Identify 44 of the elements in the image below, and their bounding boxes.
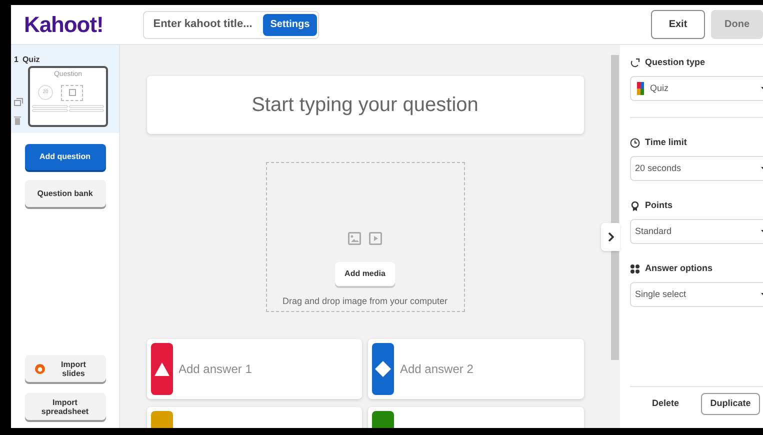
answer-input[interactable]: Add answer 2 xyxy=(400,349,580,389)
media-hint: Drag and drop image from your computer xyxy=(282,295,448,308)
slide-number: 1 xyxy=(14,54,18,66)
title-field[interactable]: Enter kahoot title... Settings xyxy=(143,10,320,38)
diamond-icon xyxy=(375,361,391,377)
import-spreadsheet-button[interactable]: Import spreadsheet xyxy=(24,393,106,420)
logo[interactable]: Kahoot! xyxy=(24,8,104,41)
chevron-right-icon xyxy=(608,232,614,242)
answer-input[interactable]: Add answer 1 xyxy=(178,349,358,389)
exit-button[interactable]: Exit xyxy=(651,10,705,39)
dots-grid-icon xyxy=(630,264,640,274)
duplicate-icon xyxy=(14,98,23,106)
dropdown[interactable]: Single select xyxy=(630,282,763,307)
slide-type: Quiz xyxy=(22,54,40,66)
color-blocks-icon xyxy=(637,82,644,95)
section-label: Points xyxy=(645,198,673,212)
dropdown[interactable]: 20 seconds xyxy=(630,156,763,181)
dropdown-value: Quiz xyxy=(650,82,669,95)
triangle-icon xyxy=(154,362,170,376)
video-icon xyxy=(369,232,382,245)
answer-field[interactable]: Add answer 2 xyxy=(368,339,584,399)
dropdown-value: Standard xyxy=(635,224,672,238)
add-media-button[interactable]: Add media xyxy=(334,262,396,286)
section-label: Time limit xyxy=(645,136,687,149)
dropdown-value: 20 seconds xyxy=(635,162,682,175)
section-label: Answer options xyxy=(645,262,713,275)
dropdown[interactable]: Quiz xyxy=(630,76,763,101)
clock-icon xyxy=(630,138,640,148)
question-bank-button[interactable]: Question bank xyxy=(24,180,106,207)
collapse-toggle[interactable] xyxy=(601,223,620,251)
import-slides-button[interactable]: Import slides xyxy=(24,355,106,382)
section-label: Question type xyxy=(645,56,706,69)
add-question-button[interactable]: Add question xyxy=(24,144,106,170)
settings-button[interactable]: Settings xyxy=(263,14,317,36)
duplicate-button[interactable]: Duplicate xyxy=(701,393,760,415)
medal-icon xyxy=(630,200,640,210)
answer-field[interactable]: Add answer 1 xyxy=(146,339,362,399)
delete-button[interactable]: Delete xyxy=(652,397,680,411)
trash-icon xyxy=(14,116,21,125)
dropdown-value: Single select xyxy=(635,288,686,301)
scrollbar[interactable] xyxy=(611,55,619,360)
question-field[interactable]: Start typing your question xyxy=(146,76,584,134)
dropdown[interactable]: Standard xyxy=(630,219,763,244)
media-dropzone[interactable]: Add media Drag and drop image from your computer xyxy=(266,162,464,312)
